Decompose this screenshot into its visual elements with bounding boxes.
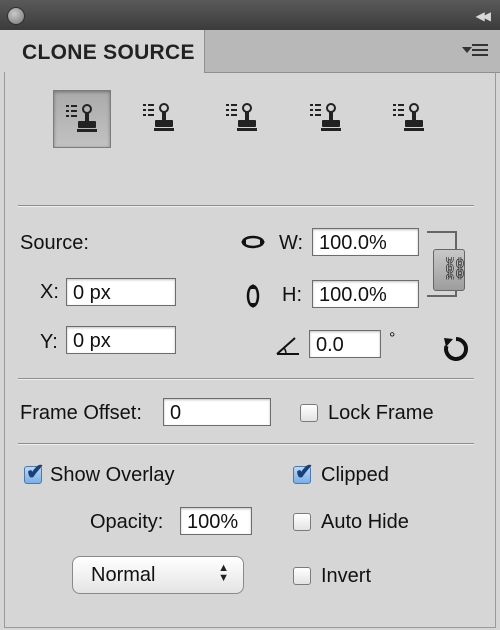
clone-source-button-2[interactable] — [131, 90, 187, 146]
panel-tab-row: CLONE SOURCE — [0, 30, 500, 73]
angle-icon — [276, 337, 299, 355]
divider — [18, 443, 474, 445]
invert-label: Invert — [321, 565, 372, 587]
close-panel-button[interactable] — [7, 7, 25, 25]
clone-source-button-5[interactable] — [381, 90, 437, 146]
flip-vertical-icon[interactable] — [245, 283, 261, 309]
rotation-angle-field[interactable]: 0.0 — [309, 330, 381, 358]
checkmark-icon: ✔ — [26, 459, 45, 484]
width-label: W: — [279, 232, 304, 254]
x-offset-field[interactable]: 0 px — [66, 278, 176, 306]
invert-checkbox[interactable] — [293, 567, 311, 585]
divider — [18, 205, 474, 207]
frame-offset-field[interactable]: 0 — [163, 398, 271, 426]
overlay-mode-value: Normal — [91, 564, 156, 586]
tab-clone-source-label: CLONE SOURCE — [22, 41, 195, 64]
height-label: H: — [282, 284, 302, 306]
panel-menu-icon[interactable] — [462, 44, 488, 60]
tab-clone-source[interactable]: CLONE SOURCE — [0, 30, 205, 73]
reset-transform-icon[interactable] — [442, 335, 470, 363]
select-arrows-icon: ▲ ▼ — [218, 562, 229, 584]
collapse-panel-icon[interactable]: ◀◀ — [476, 9, 492, 23]
opacity-field[interactable]: 100% — [180, 507, 252, 535]
clone-source-button-3[interactable] — [214, 90, 270, 146]
lock-frame-checkbox[interactable] — [300, 404, 318, 422]
clone-stamp-icon — [226, 103, 257, 131]
clone-stamp-icon — [66, 104, 97, 132]
link-width-height-button[interactable]: ⛓ — [433, 249, 469, 291]
y-offset-field[interactable]: 0 px — [66, 326, 176, 354]
clipped-checkbox[interactable]: ✔ — [293, 459, 313, 484]
show-overlay-label: Show Overlay — [50, 464, 175, 486]
frame-offset-label: Frame Offset: — [20, 402, 142, 424]
clone-stamp-icon — [310, 103, 341, 131]
clone-source-button-1[interactable] — [53, 90, 111, 148]
checkmark-icon: ✔ — [295, 459, 314, 484]
y-label: Y: — [40, 331, 58, 353]
lock-frame-label: Lock Frame — [328, 402, 434, 424]
show-overlay-checkbox[interactable]: ✔ — [24, 459, 44, 484]
height-scale-field[interactable]: 100.0% — [312, 280, 419, 308]
source-label: Source: — [20, 232, 89, 254]
clone-source-button-4[interactable] — [298, 90, 354, 146]
auto-hide-label: Auto Hide — [321, 511, 409, 533]
overlay-mode-select[interactable]: Normal ▲ ▼ — [72, 556, 244, 594]
divider — [18, 378, 474, 380]
auto-hide-checkbox[interactable] — [293, 513, 311, 531]
x-label: X: — [40, 281, 59, 303]
panel-titlebar: ◀◀ — [0, 0, 500, 31]
opacity-label: Opacity: — [90, 511, 164, 533]
clone-stamp-icon — [393, 103, 424, 131]
degree-symbol: ° — [389, 330, 396, 347]
flip-horizontal-icon[interactable] — [240, 234, 266, 250]
link-icon: ⛓ — [441, 256, 469, 281]
clipped-label: Clipped — [321, 464, 389, 486]
width-scale-field[interactable]: 100.0% — [312, 228, 419, 256]
clone-stamp-icon — [143, 103, 174, 131]
